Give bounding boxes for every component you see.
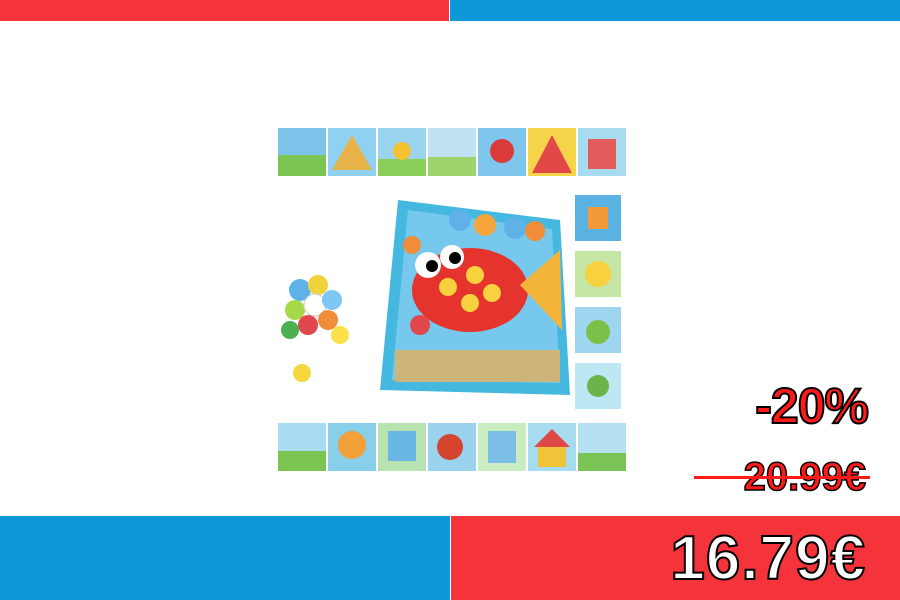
pegs-pile	[281, 275, 349, 382]
main-board	[380, 200, 570, 395]
card-row-top	[278, 128, 626, 176]
bottom-bar-blue	[0, 516, 450, 600]
discount-label: -20%	[754, 377, 870, 435]
top-bar-red	[0, 0, 449, 21]
product-image	[278, 128, 626, 471]
card-column-right	[575, 195, 621, 409]
price-strikethrough	[694, 476, 870, 479]
card-row-bottom	[278, 423, 626, 471]
sale-price: 16.79€	[669, 523, 866, 594]
top-bar-blue	[450, 0, 900, 21]
